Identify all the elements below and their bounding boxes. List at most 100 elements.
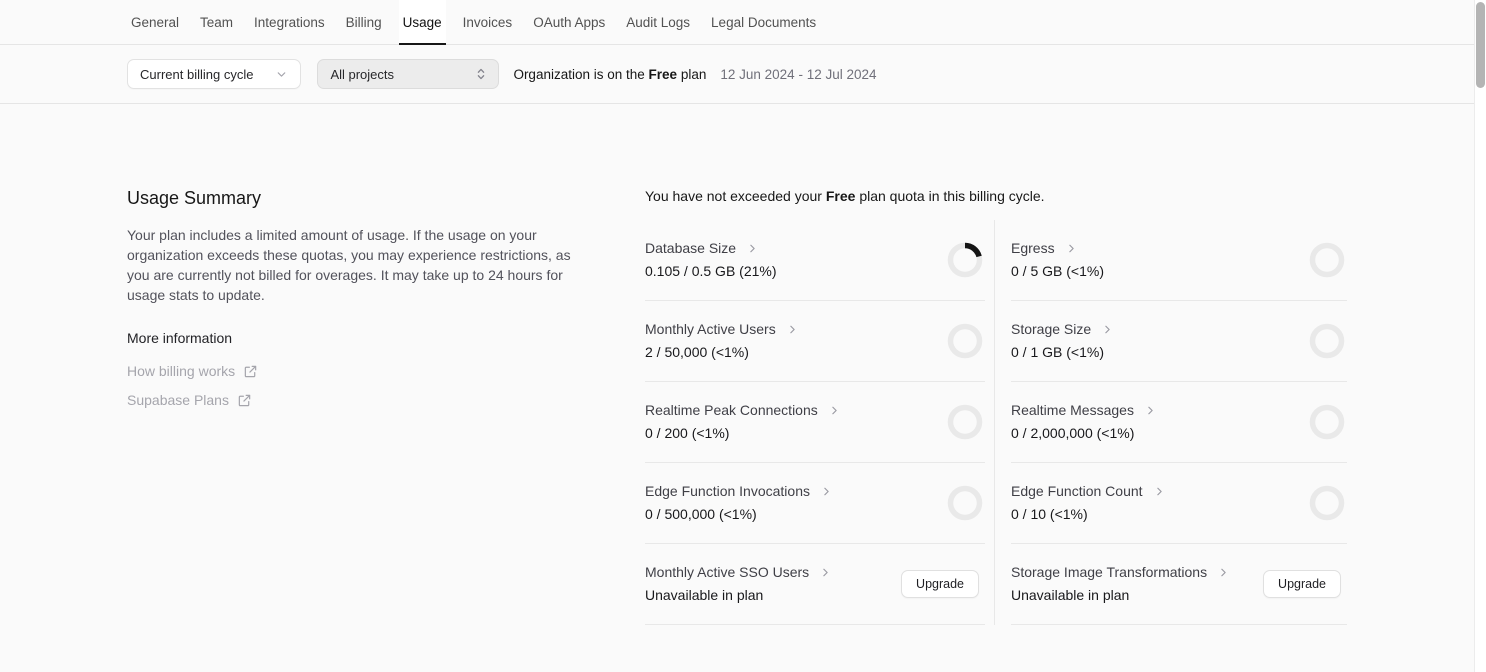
usage-donut-chart — [1309, 242, 1345, 278]
page-title: Usage Summary — [127, 188, 587, 209]
quota-title: Egress — [1011, 238, 1055, 258]
quota-title: Realtime Messages — [1011, 400, 1134, 420]
usage-donut-chart — [1309, 323, 1345, 359]
usage-donut-chart — [947, 485, 983, 521]
quota-cell-realtime-messages: Realtime Messages 0 / 2,000,000 (<1%) — [1011, 382, 1347, 463]
quota-cell-storage-size: Storage Size 0 / 1 GB (<1%) — [1011, 301, 1347, 382]
quota-title-link[interactable]: Realtime Peak Connections — [645, 400, 841, 420]
scrollbar-thumb[interactable] — [1476, 2, 1485, 88]
filter-bar: Current billing cycle All projects Organ… — [0, 45, 1486, 104]
projects-select-value: All projects — [330, 67, 394, 82]
chevron-right-icon — [1101, 323, 1114, 336]
quota-cell-database-size: Database Size 0.105 / 0.5 GB (21%) — [645, 220, 985, 301]
quota-title-link[interactable]: Realtime Messages — [1011, 400, 1157, 420]
usage-donut-chart — [947, 323, 983, 359]
billing-date-range: 12 Jun 2024 - 12 Jul 2024 — [720, 67, 876, 82]
scrollbar[interactable] — [1474, 0, 1486, 672]
donut-track — [1313, 489, 1342, 518]
donut-track — [951, 408, 980, 437]
usage-page-content: Usage Summary Your plan includes a limit… — [0, 104, 1486, 625]
billing-cycle-label: Current billing cycle — [140, 67, 253, 82]
quota-cell-storage-image-transformations: Storage Image Transformations Unavailabl… — [1011, 544, 1347, 625]
column-divider — [994, 220, 995, 625]
org-plan-text-suffix: plan — [681, 67, 707, 82]
quota-value: 0 / 5 GB (<1%) — [1011, 261, 1347, 281]
donut-track — [951, 489, 980, 518]
org-plan-text: Organization is on the Free plan — [513, 67, 706, 82]
org-plan-text-prefix: Organization is on the — [513, 67, 644, 82]
donut-track — [951, 327, 980, 356]
quota-title-link[interactable]: Edge Function Count — [1011, 481, 1166, 501]
quota-title-link[interactable]: Monthly Active Users — [645, 319, 799, 339]
quota-value: 0 / 2,000,000 (<1%) — [1011, 423, 1347, 443]
tab-billing[interactable]: Billing — [342, 0, 386, 44]
tab-usage[interactable]: Usage — [399, 0, 446, 44]
chevron-right-icon — [1144, 404, 1157, 417]
tab-audit-logs[interactable]: Audit Logs — [622, 0, 694, 44]
usage-summary-section: Usage Summary Your plan includes a limit… — [127, 188, 587, 625]
quota-grid: Database Size 0.105 / 0.5 GB (21%) Egres… — [645, 220, 1347, 625]
chevron-right-icon — [819, 566, 832, 579]
link-supabase-plans[interactable]: Supabase Plans — [127, 392, 587, 408]
upgrade-button[interactable]: Upgrade — [1263, 570, 1341, 598]
quota-status-suffix: plan quota in this billing cycle. — [859, 188, 1044, 204]
chevron-right-icon — [828, 404, 841, 417]
chevron-right-icon — [1217, 566, 1230, 579]
chevron-right-icon — [746, 242, 759, 255]
quota-status-plan-name: Free — [826, 188, 856, 204]
quota-title: Monthly Active SSO Users — [645, 562, 809, 582]
quota-status-prefix: You have not exceeded your — [645, 188, 822, 204]
quota-title-link[interactable]: Monthly Active SSO Users — [645, 562, 832, 582]
quota-value: 0 / 1 GB (<1%) — [1011, 342, 1347, 362]
quota-title: Edge Function Count — [1011, 481, 1143, 501]
org-settings-tabs: General Team Integrations Billing Usage … — [0, 0, 1486, 45]
quota-value: 2 / 50,000 (<1%) — [645, 342, 985, 362]
usage-donut-chart — [947, 404, 983, 440]
usage-donut-chart — [1309, 485, 1345, 521]
quota-title-link[interactable]: Storage Image Transformations — [1011, 562, 1230, 582]
link-label: Supabase Plans — [127, 392, 229, 408]
donut-track — [1313, 408, 1342, 437]
usage-donut-chart — [1309, 404, 1345, 440]
link-how-billing-works[interactable]: How billing works — [127, 363, 587, 379]
quota-title-link[interactable]: Edge Function Invocations — [645, 481, 833, 501]
org-plan-name: Free — [649, 67, 678, 82]
tab-oauth-apps[interactable]: OAuth Apps — [529, 0, 609, 44]
quota-cell-monthly-active-sso-users: Monthly Active SSO Users Unavailable in … — [645, 544, 985, 625]
projects-select[interactable]: All projects — [317, 59, 499, 89]
quota-title: Database Size — [645, 238, 736, 258]
quota-cell-edge-function-invocations: Edge Function Invocations 0 / 500,000 (<… — [645, 463, 985, 544]
quota-title: Storage Size — [1011, 319, 1091, 339]
quota-title-link[interactable]: Storage Size — [1011, 319, 1114, 339]
tab-team[interactable]: Team — [196, 0, 237, 44]
quota-title: Edge Function Invocations — [645, 481, 810, 501]
tab-invoices[interactable]: Invoices — [459, 0, 517, 44]
chevron-right-icon — [820, 485, 833, 498]
quota-cell-edge-function-count: Edge Function Count 0 / 10 (<1%) — [1011, 463, 1347, 544]
chevron-down-icon — [275, 68, 288, 81]
donut-track — [1313, 327, 1342, 356]
upgrade-button[interactable]: Upgrade — [901, 570, 979, 598]
billing-cycle-dropdown[interactable]: Current billing cycle — [127, 59, 301, 89]
quota-cell-egress: Egress 0 / 5 GB (<1%) — [1011, 220, 1347, 301]
quota-value: 0.105 / 0.5 GB (21%) — [645, 261, 985, 281]
quota-title-link[interactable]: Egress — [1011, 238, 1078, 258]
chevron-right-icon — [1065, 242, 1078, 255]
external-link-icon — [237, 393, 252, 408]
quota-value: 0 / 200 (<1%) — [645, 423, 985, 443]
tab-legal-documents[interactable]: Legal Documents — [707, 0, 820, 44]
donut-track — [1313, 246, 1342, 275]
more-information-heading: More information — [127, 330, 587, 346]
quota-cell-monthly-active-users: Monthly Active Users 2 / 50,000 (<1%) — [645, 301, 985, 382]
chevron-right-icon — [786, 323, 799, 336]
tab-general[interactable]: General — [127, 0, 183, 44]
external-link-icon — [243, 364, 258, 379]
quota-title-link[interactable]: Database Size — [645, 238, 759, 258]
tab-integrations[interactable]: Integrations — [250, 0, 329, 44]
usage-summary-description: Your plan includes a limited amount of u… — [127, 225, 582, 305]
quota-cell-realtime-peak-connections: Realtime Peak Connections 0 / 200 (<1%) — [645, 382, 985, 463]
quota-title: Storage Image Transformations — [1011, 562, 1207, 582]
quota-section: You have not exceeded your Free plan quo… — [645, 188, 1347, 625]
quota-value: 0 / 10 (<1%) — [1011, 504, 1347, 524]
link-label: How billing works — [127, 363, 235, 379]
